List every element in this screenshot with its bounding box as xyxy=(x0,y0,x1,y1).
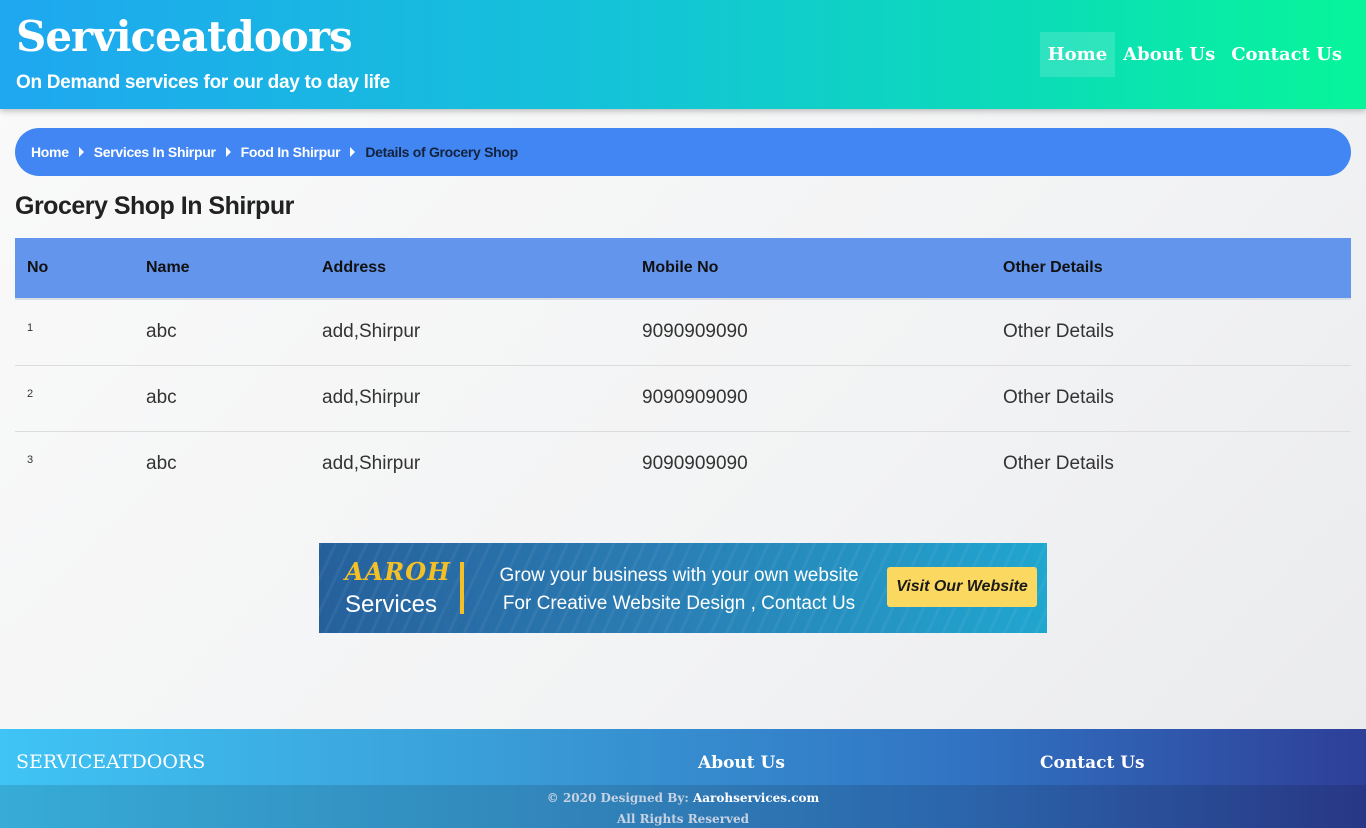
cell-mobile: 9090909090 xyxy=(642,453,748,475)
caret-right-icon xyxy=(225,147,231,157)
cell-mobile: 9090909090 xyxy=(642,387,748,408)
banner-brand-sub: Services xyxy=(345,591,438,618)
footer-brand: SERVICEATDOORS xyxy=(16,751,206,773)
cell-no: 3 xyxy=(27,453,34,466)
footer-about-link[interactable]: About Us xyxy=(698,753,785,773)
rights-text: All Rights Reserved xyxy=(616,812,750,826)
site-header: Serviceatdoors On Demand services for ou… xyxy=(0,0,1366,109)
banner-headline: Grow your business with your own website xyxy=(499,565,859,586)
nav-home-link[interactable]: Home xyxy=(1039,32,1116,77)
shop-table: No Name Address Mobile No Other Details … xyxy=(15,238,1351,497)
page-title: Grocery Shop In Shirpur xyxy=(15,192,294,220)
caret-right-icon xyxy=(78,147,84,157)
cell-mobile: 9090909090 xyxy=(642,321,748,343)
cell-other-details[interactable]: Other Details xyxy=(991,365,1351,431)
designer-link[interactable]: Aarohservices.com xyxy=(693,791,819,805)
table-row: 1 abc add,Shirpur 9090909090 Other Detai… xyxy=(15,299,1351,365)
copyright-text: © 2020 Designed By: Aarohservices.com xyxy=(0,788,1366,809)
table-row: 2 abc add,Shirpur 9090909090 Other Detai… xyxy=(15,365,1351,431)
site-logo-title[interactable]: Serviceatdoors xyxy=(16,12,353,61)
cell-name: abc xyxy=(146,387,177,408)
site-footer: SERVICEATDOORS About Us Contact Us © 202… xyxy=(0,729,1366,828)
column-header-mobile: Mobile No xyxy=(630,238,991,300)
banner-divider xyxy=(460,562,464,614)
cell-address: add,Shirpur xyxy=(322,453,421,475)
nav-about-link[interactable]: About Us xyxy=(1115,32,1223,77)
caret-right-icon xyxy=(350,147,356,157)
footer-contact-link[interactable]: Contact Us xyxy=(1040,753,1145,773)
banner-subline: For Creative Website Design , Contact Us xyxy=(502,593,856,614)
column-header-address: Address xyxy=(310,238,630,300)
cell-other-details[interactable]: Other Details xyxy=(991,299,1351,365)
breadcrumb: Home Services In Shirpur Food In Shirpur… xyxy=(15,128,1351,176)
cell-no: 1 xyxy=(27,322,34,334)
column-header-name: Name xyxy=(134,238,310,300)
cell-name: abc xyxy=(146,321,177,343)
copyright-prefix: © 2020 Designed By: xyxy=(546,791,693,805)
cell-no: 2 xyxy=(27,387,34,400)
aaroh-ad-banner[interactable]: AAROH Services Grow your business with y… xyxy=(319,543,1047,633)
column-header-details: Other Details xyxy=(991,238,1351,300)
breadcrumb-current: Details of Grocery Shop xyxy=(365,144,518,160)
nav-contact-link[interactable]: Contact Us xyxy=(1223,32,1350,77)
breadcrumb-services[interactable]: Services In Shirpur xyxy=(94,144,216,160)
footer-bottom-bar: © 2020 Designed By: Aarohservices.com Al… xyxy=(0,785,1366,828)
table-header-row: No Name Address Mobile No Other Details xyxy=(15,238,1351,300)
banner-brand: AAROH xyxy=(345,557,451,586)
table-row: 3 abc add,Shirpur 9090909090 Other Detai… xyxy=(15,431,1351,497)
column-header-no: No xyxy=(15,238,134,300)
main-nav: Home About Us Contact Us xyxy=(1039,32,1350,77)
breadcrumb-food[interactable]: Food In Shirpur xyxy=(241,144,341,160)
cell-name: abc xyxy=(146,453,177,475)
cell-other-details[interactable]: Other Details xyxy=(991,431,1351,497)
site-tagline: On Demand services for our day to day li… xyxy=(16,72,390,93)
cell-address: add,Shirpur xyxy=(322,321,421,343)
breadcrumb-home[interactable]: Home xyxy=(31,144,69,160)
visit-website-button[interactable]: Visit Our Website xyxy=(887,567,1037,607)
cell-address: add,Shirpur xyxy=(322,387,421,408)
